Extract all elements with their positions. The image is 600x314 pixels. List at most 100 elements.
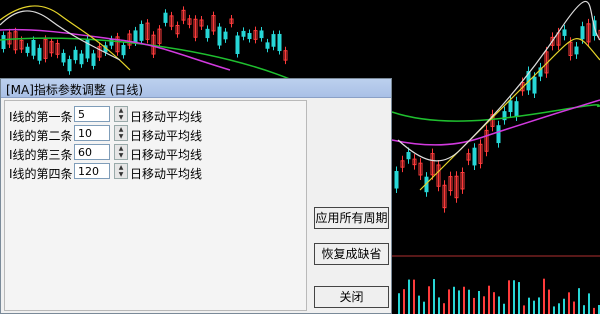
candle-body — [514, 101, 519, 117]
candle-body — [85, 38, 90, 59]
candle-body — [496, 125, 501, 144]
volume-bar — [423, 301, 425, 314]
spin-control[interactable]: ▲ ▼ — [114, 163, 128, 179]
volume-bar — [413, 279, 415, 314]
spin-up-icon[interactable]: ▲ — [115, 107, 127, 114]
candle-body — [25, 46, 30, 53]
param-label: I线的第一条 — [9, 110, 73, 124]
param-label: I线的第二条 — [9, 129, 73, 143]
spin-down-icon[interactable]: ▼ — [115, 171, 127, 178]
candle-body — [580, 26, 585, 40]
volume-bar — [498, 296, 500, 314]
spin-down-icon[interactable]: ▼ — [115, 152, 127, 159]
candle-body — [277, 33, 282, 52]
param-label: I线的第四条 — [9, 167, 73, 181]
param-unit: 日移动平均线 — [130, 129, 203, 143]
volume-bar — [403, 289, 405, 314]
spin-up-icon[interactable]: ▲ — [115, 126, 127, 133]
volume-bar — [488, 285, 490, 314]
candle-body — [259, 30, 264, 39]
apply-all-periods-button[interactable]: 应用所有周期 — [314, 207, 389, 229]
volume-bar — [483, 296, 485, 314]
volume-bar — [593, 307, 595, 314]
restore-default-button[interactable]: 恢复成缺省 — [314, 243, 389, 265]
volume-bar — [523, 305, 525, 314]
candle-body — [394, 171, 399, 189]
spin-control[interactable]: ▲ ▼ — [114, 106, 128, 122]
candle-body — [91, 53, 96, 66]
candle-body — [562, 29, 567, 36]
volume-bar — [503, 303, 505, 314]
candle-body — [121, 44, 126, 56]
candle-body — [1, 35, 6, 50]
candle-body — [133, 30, 138, 43]
candle-body — [241, 30, 246, 37]
candle-body — [406, 151, 411, 160]
param-unit: 日移动平均线 — [130, 110, 203, 124]
volume-bar — [548, 289, 550, 314]
candle-body — [31, 39, 36, 56]
candle-body — [163, 12, 168, 23]
candle-body — [235, 35, 240, 54]
candle-body — [205, 28, 210, 39]
volume-bar — [418, 295, 420, 314]
volume-bar — [433, 279, 435, 314]
spin-control[interactable]: ▲ ▼ — [114, 144, 128, 160]
volume-bar — [558, 303, 560, 314]
dialog-titlebar[interactable]: [MA]指标参数调整 (日线) — [1, 79, 391, 98]
candle-body — [271, 34, 276, 47]
candle-body — [574, 46, 579, 55]
volume-bar — [398, 293, 400, 314]
param-input[interactable]: 60 — [74, 144, 110, 160]
candle-body — [472, 147, 477, 166]
candle-body — [532, 76, 537, 94]
dialog-title: [MA]指标参数调整 (日线) — [6, 83, 144, 97]
candle-body — [73, 49, 78, 61]
volume-bar — [513, 280, 515, 314]
spin-control[interactable]: ▲ ▼ — [114, 125, 128, 141]
param-unit: 日移动平均线 — [130, 148, 203, 162]
candle-body — [217, 26, 222, 46]
volume-bar — [573, 301, 575, 314]
spin-down-icon[interactable]: ▼ — [115, 114, 127, 121]
volume-bar — [448, 289, 450, 314]
spin-up-icon[interactable]: ▲ — [115, 145, 127, 152]
candle-body — [67, 59, 72, 72]
volume-bar — [538, 297, 540, 314]
param-input[interactable]: 5 — [74, 106, 110, 122]
close-button[interactable]: 关闭 — [314, 286, 389, 308]
volume-bar — [543, 278, 545, 314]
candle-body — [139, 23, 144, 41]
volume-bar — [528, 297, 530, 314]
volume-bar — [493, 292, 495, 314]
volume-bar — [533, 300, 535, 314]
volume-bar — [408, 279, 410, 314]
ma-parameter-dialog: [MA]指标参数调整 (日线) I线的第一条 5 ▲ ▼ 日移动平均线 I线的第… — [0, 78, 392, 314]
volume-bar — [443, 303, 445, 314]
volume-bar — [478, 290, 480, 314]
param-input[interactable]: 120 — [74, 163, 110, 179]
param-label: I线的第三条 — [9, 148, 73, 162]
spin-down-icon[interactable]: ▼ — [115, 133, 127, 140]
volume-bar — [453, 286, 455, 314]
candle-body — [265, 42, 270, 49]
volume-bar — [468, 289, 470, 314]
candle-body — [247, 33, 252, 40]
candle-body — [61, 52, 66, 63]
volume-bar — [583, 305, 585, 314]
volume-bar — [463, 286, 465, 314]
volume-bar — [508, 280, 510, 314]
volume-bar — [563, 298, 565, 314]
parameter-panel: I线的第一条 5 ▲ ▼ 日移动平均线 I线的第二条 10 ▲ ▼ 日移动平均线… — [4, 100, 307, 311]
candle-body — [79, 53, 84, 65]
volume-bar — [553, 306, 555, 314]
candle-body — [37, 47, 42, 61]
volume-bar — [473, 297, 475, 314]
param-input[interactable]: 10 — [74, 125, 110, 141]
candle-body — [508, 100, 513, 113]
volume-bar — [438, 297, 440, 314]
volume-bar — [428, 286, 430, 314]
volume-bar — [458, 290, 460, 314]
volume-bar — [578, 288, 580, 314]
spin-up-icon[interactable]: ▲ — [115, 164, 127, 171]
